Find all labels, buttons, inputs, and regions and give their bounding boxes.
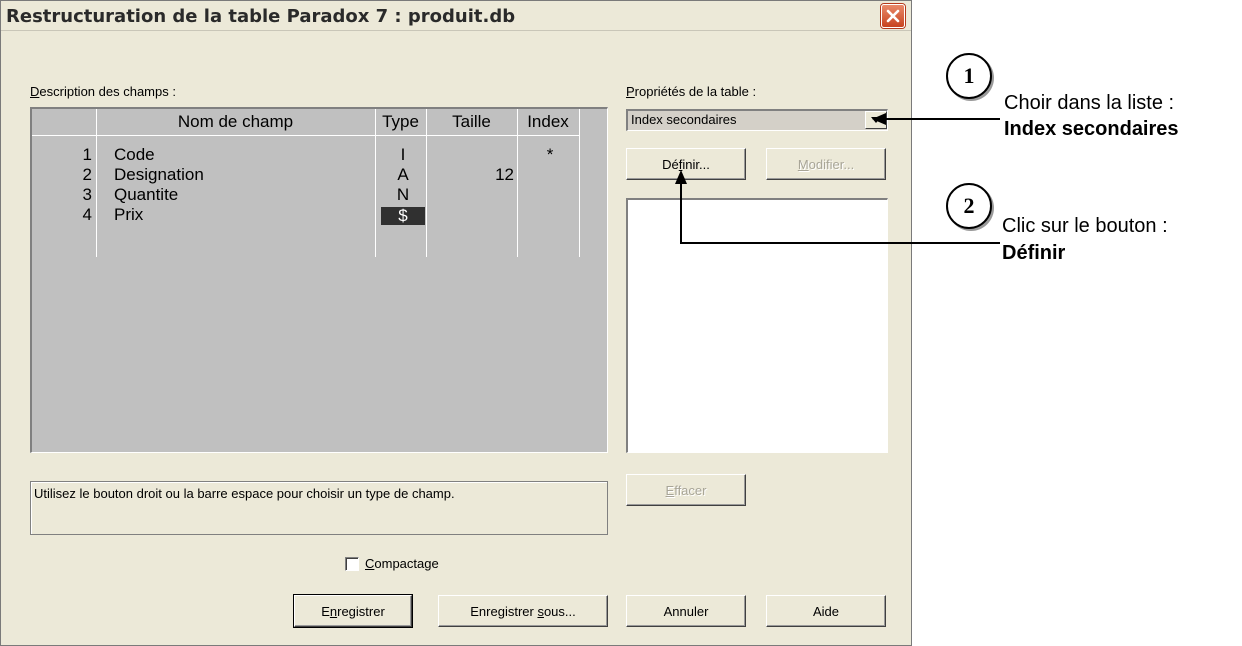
step-1-instruction: Choir dans la liste : bbox=[1004, 92, 1175, 114]
arrow-2-head bbox=[675, 170, 687, 184]
arrow-1-head bbox=[872, 113, 886, 125]
step-1-badge: 1 bbox=[946, 53, 992, 99]
step-2-target: Définir bbox=[1002, 242, 1066, 264]
step-1-target: Index secondaires bbox=[1004, 118, 1179, 140]
step-2-badge: 2 bbox=[946, 183, 992, 229]
step-2-instruction: Clic sur le bouton : bbox=[1002, 215, 1168, 237]
